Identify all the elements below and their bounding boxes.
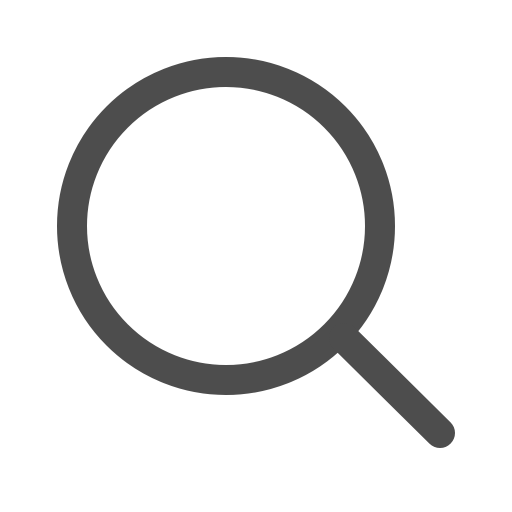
icon-canvas: [0, 0, 512, 512]
search-icon[interactable]: [0, 0, 512, 512]
search-icon-svg: [57, 57, 455, 448]
search-icon-handle: [329, 323, 455, 448]
